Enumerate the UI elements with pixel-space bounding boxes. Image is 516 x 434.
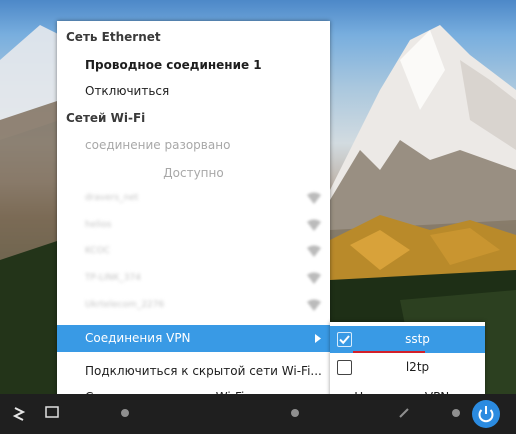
wifi-ssid: KCOC bbox=[85, 246, 111, 256]
ethernet-header: Сеть Ethernet bbox=[66, 30, 161, 44]
wifi-network-item[interactable]: helios bbox=[57, 216, 330, 238]
tray-icon[interactable] bbox=[450, 407, 462, 419]
wired-connection-item[interactable]: Проводное соединение 1 bbox=[85, 58, 262, 72]
vpn-connections-label: Соединения VPN bbox=[85, 331, 191, 345]
show-desktop-icon[interactable] bbox=[45, 406, 59, 420]
wifi-network-item[interactable]: Ukrtelecom_2276 bbox=[57, 296, 330, 318]
wifi-ssid: TP-LINK_374 bbox=[85, 273, 141, 283]
connect-hidden-network-item[interactable]: Подключиться к скрытой сети Wi-Fi... bbox=[85, 364, 322, 378]
wifi-signal-icon bbox=[307, 219, 321, 231]
wifi-signal-icon bbox=[307, 245, 321, 257]
wifi-network-item[interactable]: dravers_net bbox=[57, 189, 330, 211]
app-icon[interactable] bbox=[120, 408, 130, 418]
vpn-item-l2tp[interactable]: l2tp bbox=[330, 354, 485, 381]
power-icon bbox=[478, 406, 494, 423]
vpn-connections-item[interactable]: Соединения VPN bbox=[57, 325, 330, 352]
taskbar bbox=[0, 394, 516, 434]
vpn-label: l2tp bbox=[405, 360, 430, 374]
wifi-signal-icon bbox=[307, 192, 321, 204]
network-menu: Сеть Ethernet Проводное соединение 1 Отк… bbox=[57, 21, 330, 414]
power-button[interactable] bbox=[472, 400, 500, 428]
wifi-ssid: helios bbox=[85, 220, 112, 230]
wifi-network-item[interactable]: KCOC bbox=[57, 242, 330, 264]
wifi-ssid: Ukrtelecom_2276 bbox=[85, 300, 165, 310]
wifi-status: соединение разорвано bbox=[85, 138, 231, 152]
tray-icon[interactable] bbox=[398, 407, 410, 419]
launcher-icon[interactable] bbox=[10, 404, 28, 424]
wifi-signal-icon bbox=[307, 299, 321, 311]
app-icon[interactable] bbox=[290, 408, 300, 418]
annotation-underline bbox=[353, 351, 425, 353]
wifi-network-item[interactable]: TP-LINK_374 bbox=[57, 269, 330, 291]
wifi-ssid: dravers_net bbox=[85, 193, 139, 203]
wifi-header: Сетей Wi-Fi bbox=[66, 111, 146, 125]
vpn-item-sstp[interactable]: sstp bbox=[330, 326, 485, 353]
available-label: Доступно bbox=[163, 166, 224, 180]
submenu-arrow-icon bbox=[315, 334, 321, 343]
vpn-label: sstp bbox=[405, 332, 430, 346]
wifi-signal-icon bbox=[307, 272, 321, 284]
disconnect-item[interactable]: Отключиться bbox=[85, 84, 169, 98]
